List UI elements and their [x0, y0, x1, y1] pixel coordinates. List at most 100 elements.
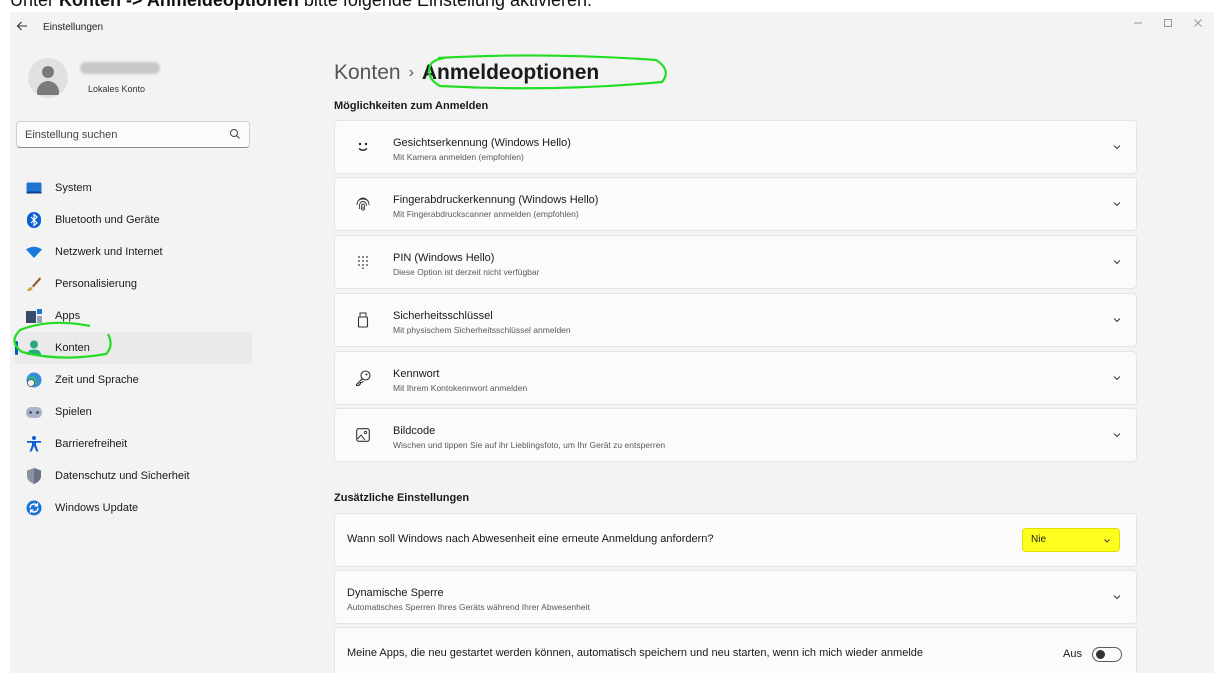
- shield-icon: [26, 468, 42, 484]
- restart-apps-toggle-group: Aus: [1063, 646, 1122, 662]
- sidebar-item-accounts[interactable]: Konten: [14, 332, 252, 364]
- option-title: Sicherheitsschlüssel: [393, 310, 493, 322]
- chevron-down-icon: [1113, 318, 1121, 323]
- sidebar-item-system[interactable]: System: [14, 172, 252, 204]
- usb-key-icon: [355, 312, 371, 328]
- user-profile[interactable]: Lokales Konto: [22, 54, 252, 104]
- sidebar-item-label: Barrierefreiheit: [55, 438, 128, 450]
- chevron-down-icon: [1113, 595, 1121, 600]
- search-icon[interactable]: [229, 128, 241, 140]
- sidebar-item-label: Datenschutz und Sicherheit: [55, 470, 190, 482]
- settings-window: Einstellungen Lokales Konto System Bluet…: [10, 12, 1214, 673]
- sidebar-item-apps[interactable]: Apps: [14, 300, 252, 332]
- restart-apps-setting: Meine Apps, die neu gestartet werden kön…: [334, 627, 1137, 673]
- title-bar: Einstellungen: [10, 12, 1214, 44]
- sidebar-item-label: System: [55, 182, 92, 194]
- arrow-left-icon: [16, 21, 27, 31]
- sidebar-item-time-language[interactable]: Zeit und Sprache: [14, 364, 252, 396]
- require-signin-label: Wann soll Windows nach Abwesenheit eine …: [347, 533, 714, 545]
- instruction-caption: Unter Konten -> Anmeldeoptionen bitte fo…: [10, 0, 592, 11]
- minimize-button[interactable]: [1124, 15, 1152, 35]
- option-subtitle: Mit Kamera anmelden (empfohlen): [393, 152, 524, 162]
- dynamic-lock-subtitle: Automatisches Sperren Ihres Geräts währe…: [347, 602, 590, 612]
- sidebar-item-label: Netzwerk und Internet: [55, 246, 163, 258]
- minimize-icon: [1134, 22, 1142, 24]
- avatar: [28, 58, 68, 98]
- face-icon: [355, 139, 371, 155]
- option-title: Bildcode: [393, 425, 436, 437]
- sidebar-nav: System Bluetooth und Geräte Netzwerk und…: [14, 172, 252, 524]
- account-icon: [26, 340, 42, 356]
- sidebar-item-label: Apps: [55, 310, 81, 322]
- brush-icon: [26, 276, 42, 292]
- pin-keypad-icon: [355, 254, 371, 270]
- back-button[interactable]: [14, 20, 30, 36]
- sidebar-item-privacy[interactable]: Datenschutz und Sicherheit: [14, 460, 252, 492]
- signin-option-fingerprint[interactable]: Fingerabdruckerkennung (Windows Hello) M…: [334, 177, 1137, 231]
- gamepad-icon: [26, 404, 42, 420]
- chevron-down-icon: [1113, 376, 1121, 381]
- signin-option-picture-password[interactable]: Bildcode Wischen und tippen Sie auf ihr …: [334, 408, 1137, 462]
- chevron-down-icon: [1113, 145, 1121, 150]
- caption-suffix: bitte folgende Einstellung aktivieren:: [298, 0, 593, 10]
- caption-bold: Konten -> Anmeldeoptionen: [59, 0, 299, 10]
- sidebar-item-gaming[interactable]: Spielen: [14, 396, 252, 428]
- close-icon: [1194, 19, 1202, 27]
- section-title-signin: Möglichkeiten zum Anmelden: [334, 100, 489, 112]
- fingerprint-icon: [355, 196, 371, 212]
- signin-option-pin[interactable]: PIN (Windows Hello) Diese Option ist der…: [334, 235, 1137, 289]
- monitor-icon: [26, 180, 42, 196]
- chevron-down-icon: [1113, 260, 1121, 265]
- option-title: Gesichtserkennung (Windows Hello): [393, 137, 571, 149]
- restart-apps-toggle[interactable]: [1092, 646, 1122, 662]
- option-title: PIN (Windows Hello): [393, 252, 495, 264]
- globe-clock-icon: [26, 372, 42, 388]
- sidebar-item-label: Spielen: [55, 406, 92, 418]
- chevron-down-icon: [1113, 202, 1121, 207]
- sidebar-item-network[interactable]: Netzwerk und Internet: [14, 236, 252, 268]
- option-title: Kennwort: [393, 368, 440, 380]
- bluetooth-icon: [26, 212, 42, 228]
- sidebar-item-label: Konten: [55, 342, 90, 354]
- sidebar-item-personalization[interactable]: Personalisierung: [14, 268, 252, 300]
- maximize-icon: [1164, 19, 1172, 27]
- apps-icon: [26, 308, 42, 324]
- maximize-button[interactable]: [1154, 15, 1182, 35]
- restart-apps-label: Meine Apps, die neu gestartet werden kön…: [347, 647, 924, 659]
- dynamic-lock-title: Dynamische Sperre: [347, 587, 444, 599]
- chevron-down-icon: [1113, 433, 1121, 438]
- wifi-icon: [26, 244, 42, 260]
- option-subtitle: Mit Ihrem Kontokennwort anmelden: [393, 383, 528, 393]
- picture-icon: [355, 427, 371, 443]
- dynamic-lock-setting[interactable]: Dynamische Sperre Automatisches Sperren …: [334, 570, 1137, 624]
- dropdown-value: Nie: [1031, 534, 1047, 545]
- breadcrumb: Konten › Anmeldeoptionen: [334, 58, 599, 88]
- breadcrumb-parent[interactable]: Konten: [334, 61, 401, 85]
- sidebar-item-label: Personalisierung: [55, 278, 137, 290]
- sidebar-item-label: Bluetooth und Geräte: [55, 214, 160, 226]
- signin-option-security-key[interactable]: Sicherheitsschlüssel Mit physischem Sich…: [334, 293, 1137, 347]
- key-icon: [355, 370, 371, 386]
- sidebar-item-label: Zeit und Sprache: [55, 374, 139, 386]
- windows-update-icon: [26, 500, 42, 516]
- option-subtitle: Mit Fingerabdruckscanner anmelden (empfo…: [393, 209, 579, 219]
- chevron-down-icon: [1104, 539, 1110, 543]
- signin-option-face[interactable]: Gesichtserkennung (Windows Hello) Mit Ka…: [334, 120, 1137, 174]
- search-input[interactable]: [17, 122, 217, 147]
- toggle-state-label: Aus: [1063, 648, 1082, 660]
- sidebar-item-label: Windows Update: [55, 502, 139, 514]
- redacted-username: [80, 62, 160, 74]
- page-title: Anmeldeoptionen: [421, 61, 600, 84]
- settings-search: [16, 121, 250, 148]
- require-signin-setting: Wann soll Windows nach Abwesenheit eine …: [334, 513, 1137, 567]
- window-title: Einstellungen: [43, 22, 104, 33]
- sidebar-item-bluetooth[interactable]: Bluetooth und Geräte: [14, 204, 252, 236]
- require-signin-dropdown[interactable]: Nie: [1022, 528, 1120, 552]
- signin-option-password[interactable]: Kennwort Mit Ihrem Kontokennwort anmelde…: [334, 351, 1137, 405]
- close-button[interactable]: [1184, 15, 1212, 35]
- sidebar-item-accessibility[interactable]: Barrierefreiheit: [14, 428, 252, 460]
- section-title-additional: Zusätzliche Einstellungen: [334, 492, 470, 504]
- breadcrumb-separator: ›: [408, 64, 414, 81]
- option-subtitle: Wischen und tippen Sie auf ihr Lieblings…: [393, 440, 666, 450]
- sidebar-item-windows-update[interactable]: Windows Update: [14, 492, 252, 524]
